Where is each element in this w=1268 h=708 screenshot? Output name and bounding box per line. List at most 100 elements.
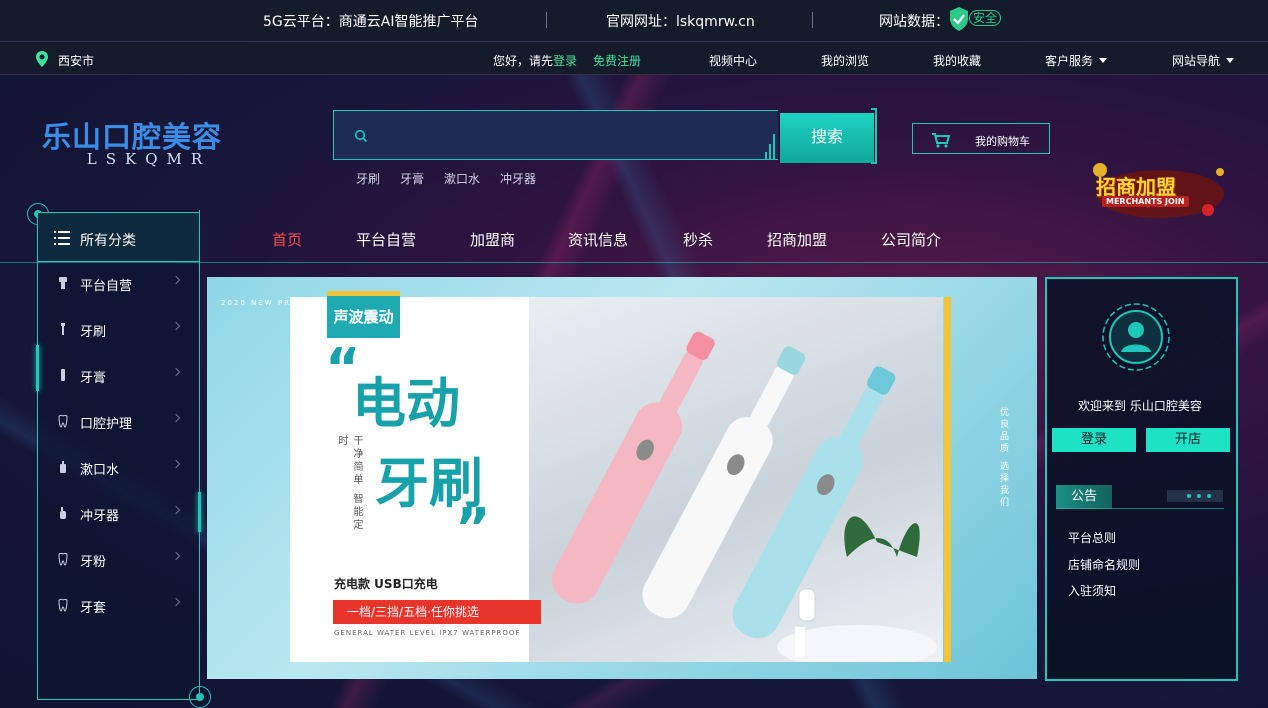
category-item-toothbrush[interactable]: 牙刷 (38, 306, 198, 352)
all-categories-label: 所有分类 (80, 233, 136, 249)
logo-english: LSKQMR (86, 150, 212, 168)
ring-decoration (189, 686, 211, 708)
category-label: 牙膏 (80, 371, 107, 386)
category-item-water-flosser[interactable]: 冲牙器 (38, 490, 198, 536)
sonic-tag: 声波震动 (327, 296, 400, 338)
category-item-toothpaste[interactable]: 牙膏 (38, 352, 198, 398)
site-nav-menu[interactable]: 网站导航 (1172, 52, 1235, 69)
my-favorites-link[interactable]: 我的收藏 (933, 52, 981, 69)
close-quote: ” (455, 497, 491, 560)
pager-dot (1207, 494, 1211, 498)
category-item-mouthwash[interactable]: 漱口水 (38, 444, 198, 490)
category-label: 冲牙器 (80, 509, 120, 524)
chevron-right-icon (171, 505, 181, 515)
login-button[interactable]: 登录 (1052, 428, 1136, 452)
hot-word[interactable]: 漱口水 (444, 172, 480, 186)
banner-title-line1: 电动 (352, 372, 460, 435)
platform-text: 5G云平台：商通云AI智能推广平台 (263, 14, 479, 30)
chevron-right-icon (171, 597, 181, 607)
notice-item[interactable]: 入驻须知 (1068, 582, 1116, 599)
user-nav-bar: 西安市 您好，请先 登录 免费注册 视频中心 我的浏览 我的收藏 客户服务 网站… (0, 43, 1268, 75)
site-nav-label: 网站导航 (1172, 54, 1221, 68)
location-pin-icon (36, 51, 48, 67)
tooth-icon (58, 598, 68, 612)
banner-vertical-text: 干净简单 智能定时 (336, 435, 362, 533)
notice-divider (1056, 508, 1224, 509)
top-info-bar: 5G云平台：商通云AI智能推广平台 官网网址：lskqmrw.cn 网站数据： … (0, 0, 1268, 42)
greeting-text: 您好，请先 (493, 54, 554, 68)
customer-service-label: 客户服务 (1045, 54, 1094, 68)
site-logo[interactable]: 乐山口腔美容 LSKQMR (42, 114, 222, 168)
safe-badge: 安全 (969, 10, 1002, 26)
video-center-link[interactable]: 视频中心 (709, 52, 757, 69)
chevron-down-icon (1099, 58, 1108, 63)
charge-text: 充电款 USB口充电 (334, 577, 438, 591)
bottle-icon (60, 461, 66, 473)
notice-item[interactable]: 平台总则 (1068, 529, 1116, 546)
chevron-down-icon (1226, 58, 1235, 63)
my-browsing-link[interactable]: 我的浏览 (821, 52, 869, 69)
category-item-self-operated[interactable]: 平台自营 (38, 260, 198, 306)
toothbrush-illustration (551, 331, 937, 662)
notice-pager[interactable] (1167, 490, 1223, 502)
hero-banner[interactable]: 2020 NEW PRODUCT 声波震动 “ 电动 牙刷 ” 干净简单 智能定… (207, 277, 1037, 679)
signal-bars-decoration (765, 134, 775, 160)
category-label: 牙粉 (80, 555, 107, 570)
register-link[interactable]: 免费注册 (593, 52, 641, 69)
main-nav-underline (0, 262, 1268, 263)
chevron-right-icon (171, 459, 181, 469)
notice-item[interactable]: 店铺命名规则 (1068, 556, 1140, 573)
toothbrush-icon (61, 323, 65, 335)
notice-tab[interactable]: 公告 (1056, 485, 1112, 509)
toothpaste-icon (61, 369, 65, 381)
search-button-frame (871, 108, 877, 164)
pager-dot (1197, 494, 1201, 498)
nav-home[interactable]: 首页 (272, 229, 302, 250)
open-shop-button[interactable]: 开店 (1146, 428, 1230, 452)
nav-flash-sale[interactable]: 秒杀 (683, 229, 713, 250)
site-url-text: 官网网址：lskqmrw.cn (606, 14, 755, 30)
category-item-oral-care[interactable]: 口腔护理 (38, 398, 198, 444)
tooth-icon (58, 414, 68, 428)
shield-icon (950, 7, 968, 31)
divider (546, 12, 547, 28)
all-categories-header[interactable]: 所有分类 (37, 212, 200, 262)
category-label: 牙刷 (80, 325, 107, 340)
chevron-right-icon (171, 413, 181, 423)
site-data-label: 网站数据： (879, 14, 949, 30)
tooth-icon (58, 552, 68, 566)
divider (812, 12, 813, 28)
city-label[interactable]: 西安市 (58, 52, 94, 69)
nav-news[interactable]: 资讯信息 (568, 229, 628, 250)
banner-side-text: 优良品质 选择我们 (998, 407, 1008, 509)
category-label: 口腔护理 (80, 417, 133, 432)
gears-bar: 一档/三挡/五档·任你挑选 (333, 600, 541, 624)
nav-self-operated[interactable]: 平台自营 (356, 229, 416, 250)
category-label: 平台自营 (80, 279, 133, 294)
cart-button[interactable]: 我的购物车 (912, 123, 1050, 154)
avatar-icon (1102, 303, 1170, 371)
nav-investment[interactable]: 招商加盟 (767, 229, 827, 250)
login-link[interactable]: 登录 (553, 52, 577, 69)
badge-subtext: MERCHANTS JOIN (1102, 196, 1189, 207)
list-icon (54, 231, 70, 245)
search-input[interactable] (378, 123, 758, 149)
category-item-dental-guard[interactable]: 牙套 (38, 582, 198, 628)
search-button[interactable]: 搜索 (780, 113, 874, 163)
hot-search-words: 牙刷 牙膏 漱口水 冲牙器 (356, 170, 556, 187)
chevron-right-icon (171, 321, 181, 331)
hot-word[interactable]: 冲牙器 (500, 172, 536, 186)
category-label: 牙套 (80, 601, 107, 616)
customer-service-menu[interactable]: 客户服务 (1045, 52, 1108, 69)
store-icon (59, 277, 67, 289)
chevron-right-icon (171, 275, 181, 285)
merchants-join-badge[interactable]: 招商加盟 MERCHANTS JOIN (1090, 160, 1230, 226)
cart-label: 我的购物车 (975, 135, 1030, 148)
hot-word[interactable]: 牙膏 (400, 172, 424, 186)
category-item-tooth-powder[interactable]: 牙粉 (38, 536, 198, 582)
hot-word[interactable]: 牙刷 (356, 172, 380, 186)
welcome-text: 欢迎来到 乐山口腔美容 (1078, 399, 1202, 413)
nav-about[interactable]: 公司简介 (881, 229, 941, 250)
nav-franchisee[interactable]: 加盟商 (470, 229, 515, 250)
shopping-cart-icon (932, 133, 951, 148)
